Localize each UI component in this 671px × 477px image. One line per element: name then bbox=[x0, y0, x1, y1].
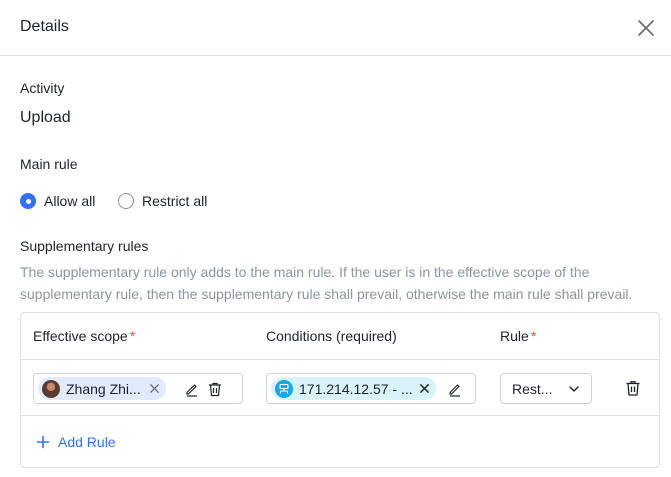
chevron-down-icon bbox=[569, 386, 579, 392]
table-row: Zhang Zhi... 171.214.12.57 - ... Rest... bbox=[21, 361, 659, 416]
effective-scope-field[interactable]: Zhang Zhi... bbox=[33, 373, 243, 404]
edit-icon[interactable] bbox=[184, 381, 200, 397]
column-header-rule: Rule * bbox=[500, 328, 536, 344]
main-rule-label: Main rule bbox=[20, 156, 78, 172]
supplementary-rules-description: The supplementary rule only adds to the … bbox=[20, 264, 633, 302]
allow-all-radio[interactable]: Allow all bbox=[20, 192, 95, 210]
edit-icon[interactable] bbox=[447, 381, 463, 397]
dialog-header: Details bbox=[0, 0, 671, 56]
add-rule-button[interactable]: Add Rule bbox=[36, 433, 116, 451]
radio-unchecked-indicator[interactable] bbox=[118, 193, 134, 209]
close-icon[interactable] bbox=[634, 16, 658, 40]
restrict-all-label: Restrict all bbox=[142, 193, 208, 209]
conditions-field[interactable]: 171.214.12.57 - ... bbox=[266, 373, 476, 404]
rule-select[interactable]: Rest... bbox=[500, 373, 592, 404]
required-mark: * bbox=[530, 328, 537, 344]
supplementary-rules-table: Effective scope * Conditions (required) R… bbox=[20, 312, 660, 468]
column-rule-text: Rule bbox=[500, 328, 529, 344]
restrict-all-radio[interactable]: Restrict all bbox=[118, 192, 207, 210]
remove-condition-icon[interactable] bbox=[419, 383, 430, 394]
plus-icon bbox=[36, 435, 50, 449]
supplementary-rules-label: Supplementary rules bbox=[20, 238, 149, 254]
user-tag: Zhang Zhi... bbox=[38, 377, 166, 400]
column-header-scope: Effective scope * bbox=[33, 328, 135, 344]
required-mark: * bbox=[129, 328, 136, 344]
activity-label: Activity bbox=[20, 80, 65, 96]
rule-select-value: Rest... bbox=[512, 381, 553, 397]
user-tag-text: Zhang Zhi... bbox=[66, 380, 141, 397]
table-header: Effective scope * Conditions (required) R… bbox=[21, 313, 659, 360]
column-header-conditions: Conditions (required) bbox=[266, 328, 397, 344]
remove-user-icon[interactable] bbox=[149, 383, 160, 394]
activity-value: Upload bbox=[20, 109, 71, 126]
allow-all-label: Allow all bbox=[44, 193, 96, 209]
ip-icon bbox=[275, 379, 293, 398]
dialog-title: Details bbox=[20, 18, 69, 35]
ip-tag: 171.214.12.57 - ... bbox=[271, 377, 436, 400]
network-glyph-icon bbox=[279, 383, 289, 393]
avatar bbox=[42, 379, 60, 398]
column-scope-text: Effective scope bbox=[33, 328, 128, 344]
delete-row-icon[interactable] bbox=[624, 379, 642, 397]
radio-checked-indicator[interactable] bbox=[20, 193, 36, 209]
ip-tag-text: 171.214.12.57 - ... bbox=[299, 380, 413, 397]
add-rule-label: Add Rule bbox=[58, 434, 116, 450]
trash-icon[interactable] bbox=[207, 381, 223, 397]
